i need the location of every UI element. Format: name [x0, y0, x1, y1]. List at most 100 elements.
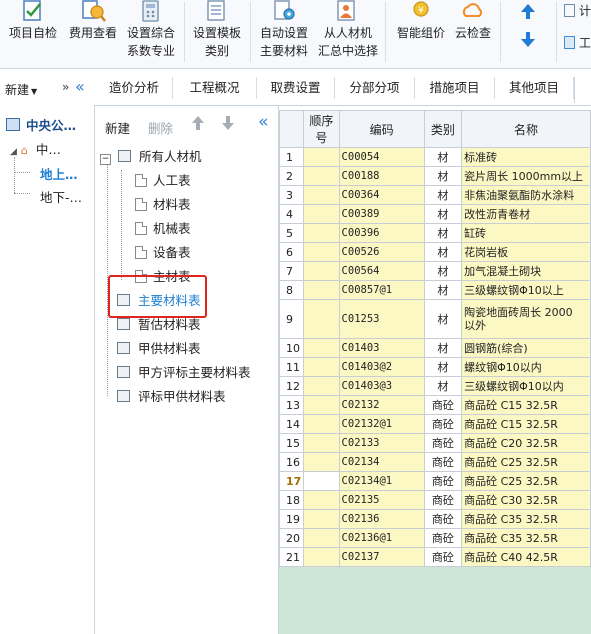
order-cell[interactable] [303, 280, 340, 300]
cloud-check-button[interactable]: 云检查 [450, 0, 496, 68]
table-row[interactable]: 6 C00526 材花岗岩板 [279, 242, 591, 262]
move-node-down-button[interactable] [221, 114, 235, 132]
category-cell[interactable]: 材 [423, 357, 463, 377]
collapse-left-icon[interactable]: « [75, 77, 85, 96]
code-cell[interactable]: C02132 [338, 395, 425, 415]
name-cell[interactable]: 商品砼 C15 32.5R [461, 395, 591, 415]
tree-node-provisional-materials[interactable]: 暂估材料表 [117, 317, 201, 333]
code-cell[interactable]: C00564 [338, 261, 425, 281]
name-cell[interactable]: 改性沥青卷材 [461, 204, 591, 224]
table-row[interactable]: 3 C00364 材非焦油聚氨酯防水涂料 [279, 185, 591, 205]
header-order[interactable]: 顺序号 [303, 110, 340, 148]
delete-table-button[interactable]: 删除 [148, 118, 173, 137]
category-cell[interactable]: 材 [423, 376, 463, 396]
coefficient-button[interactable]: 设置综合 系数专业 [122, 0, 180, 68]
new-project-dropdown[interactable]: 新建 ▼ [5, 81, 37, 98]
category-cell[interactable]: 材 [423, 280, 463, 300]
category-cell[interactable]: 材 [423, 185, 463, 205]
table-row[interactable]: 2 C00188 材瓷片周长 1000mm以上 [279, 166, 591, 186]
category-cell[interactable]: 材 [423, 147, 463, 167]
tab-cost-analysis[interactable]: 造价分析 [96, 77, 173, 99]
code-cell[interactable]: C00054 [338, 147, 425, 167]
name-cell[interactable]: 瓷片周长 1000mm以上 [461, 166, 591, 186]
code-cell[interactable]: C02137 [338, 547, 425, 567]
code-cell[interactable]: C02133 [338, 433, 425, 453]
name-cell[interactable]: 商品砼 C35 32.5R [461, 528, 591, 548]
category-cell[interactable]: 材 [423, 299, 463, 339]
unit-node-above-ground[interactable]: 地上… [40, 164, 78, 183]
table-row[interactable]: 21 C02137 商砼 商品砼 C40 42.5R [279, 547, 591, 567]
auto-set-main-material-button[interactable]: 自动设置 主要材料 [254, 0, 314, 68]
table-row[interactable]: 18 C02135 商砼 商品砼 C30 32.5R [279, 490, 591, 510]
name-cell[interactable]: 陶瓷地面砖周长 2000 以外 [461, 299, 591, 339]
table-row[interactable]: 20 C02136@1 商砼 商品砼 C35 32.5R [279, 528, 591, 548]
order-cell[interactable] [303, 185, 340, 205]
order-cell[interactable] [303, 471, 340, 491]
name-cell[interactable]: 商品砼 C35 32.5R [461, 509, 591, 529]
table-row[interactable]: 10 C01403 材圆钢筋(综合) [279, 338, 591, 358]
code-cell[interactable]: C02132@1 [338, 414, 425, 434]
name-cell[interactable]: 商品砼 C25 32.5R [461, 452, 591, 472]
table-row[interactable]: 11 C01403@2 材螺纹钢Φ10以内 [279, 357, 591, 377]
tab-fee-settings[interactable]: 取费设置 [257, 77, 335, 99]
code-cell[interactable]: C02134@1 [338, 471, 425, 491]
select-from-summary-button[interactable]: 从人材机 汇总中选择 [316, 0, 380, 68]
table-row[interactable]: 13 C02132 商砼 商品砼 C15 32.5R [279, 395, 591, 415]
collapse-panel-icon[interactable]: « [258, 112, 268, 132]
code-cell[interactable]: C00389 [338, 204, 425, 224]
tab-measure-items[interactable]: 措施项目 [415, 77, 495, 99]
order-cell[interactable] [303, 147, 340, 167]
code-cell[interactable]: C01403@2 [338, 357, 425, 377]
order-cell[interactable] [303, 261, 340, 281]
move-node-up-button[interactable] [191, 114, 205, 132]
tree-node-all-materials[interactable]: − 所有人材机 [100, 149, 202, 165]
table-row[interactable]: 15 C02133 商砼 商品砼 C20 32.5R [279, 433, 591, 453]
order-cell[interactable] [303, 299, 340, 339]
order-cell[interactable] [303, 204, 340, 224]
table-row[interactable]: 8 C00857@1 材三级螺纹钢Φ10以上 [279, 280, 591, 300]
category-cell[interactable]: 材 [423, 223, 463, 243]
code-cell[interactable]: C00526 [338, 242, 425, 262]
order-cell[interactable] [303, 452, 340, 472]
name-cell[interactable]: 螺纹钢Φ10以内 [461, 357, 591, 377]
order-cell[interactable] [303, 414, 340, 434]
order-cell[interactable] [303, 338, 340, 358]
project-root-node[interactable]: 中央公… [6, 115, 76, 134]
category-cell[interactable]: 商砼 [423, 452, 463, 472]
order-cell[interactable] [303, 242, 340, 262]
category-cell[interactable]: 材 [423, 242, 463, 262]
category-cell[interactable]: 材 [423, 204, 463, 224]
name-cell[interactable]: 商品砼 C25 32.5R [461, 471, 591, 491]
name-cell[interactable]: 商品砼 C15 32.5R [461, 414, 591, 434]
tab-divisional-items[interactable]: 分部分项 [335, 77, 415, 99]
order-cell[interactable] [303, 433, 340, 453]
code-cell[interactable]: C00396 [338, 223, 425, 243]
new-table-button[interactable]: 新建 [105, 118, 130, 137]
code-cell[interactable]: C02136 [338, 509, 425, 529]
name-cell[interactable]: 圆钢筋(综合) [461, 338, 591, 358]
code-cell[interactable]: C01253 [338, 299, 425, 339]
category-cell[interactable]: 商砼 [423, 433, 463, 453]
name-cell[interactable]: 标准砖 [461, 147, 591, 167]
table-row[interactable]: 14 C02132@1 商砼 商品砼 C15 32.5R [279, 414, 591, 434]
name-cell[interactable]: 商品砼 C30 32.5R [461, 490, 591, 510]
category-cell[interactable]: 商砼 [423, 471, 463, 491]
table-row[interactable]: 4 C00389 材改性沥青卷材 [279, 204, 591, 224]
category-cell[interactable]: 材 [423, 261, 463, 281]
template-category-button[interactable]: 设置模板 类别 [188, 0, 246, 68]
code-cell[interactable]: C01403 [338, 338, 425, 358]
header-name[interactable]: 名称 [461, 110, 591, 148]
tab-overflow[interactable] [574, 77, 591, 103]
tab-project-overview[interactable]: 工程概况 [173, 77, 257, 99]
tab-other-items[interactable]: 其他项目 [495, 77, 574, 99]
order-cell[interactable] [303, 547, 340, 567]
name-cell[interactable]: 缸砖 [461, 223, 591, 243]
table-row[interactable]: 7 C00564 材加气混凝土砌块 [279, 261, 591, 281]
tree-node-owner-bid-key[interactable]: 甲方评标主要材料表 [117, 365, 251, 381]
name-cell[interactable]: 商品砼 C40 42.5R [461, 547, 591, 567]
table-row[interactable]: 1 C00054 材标准砖 [279, 147, 591, 167]
category-cell[interactable]: 商砼 [423, 509, 463, 529]
code-cell[interactable]: C02136@1 [338, 528, 425, 548]
table-row[interactable]: 12 C01403@3 材三级螺纹钢Φ10以内 [279, 376, 591, 396]
category-cell[interactable]: 商砼 [423, 490, 463, 510]
